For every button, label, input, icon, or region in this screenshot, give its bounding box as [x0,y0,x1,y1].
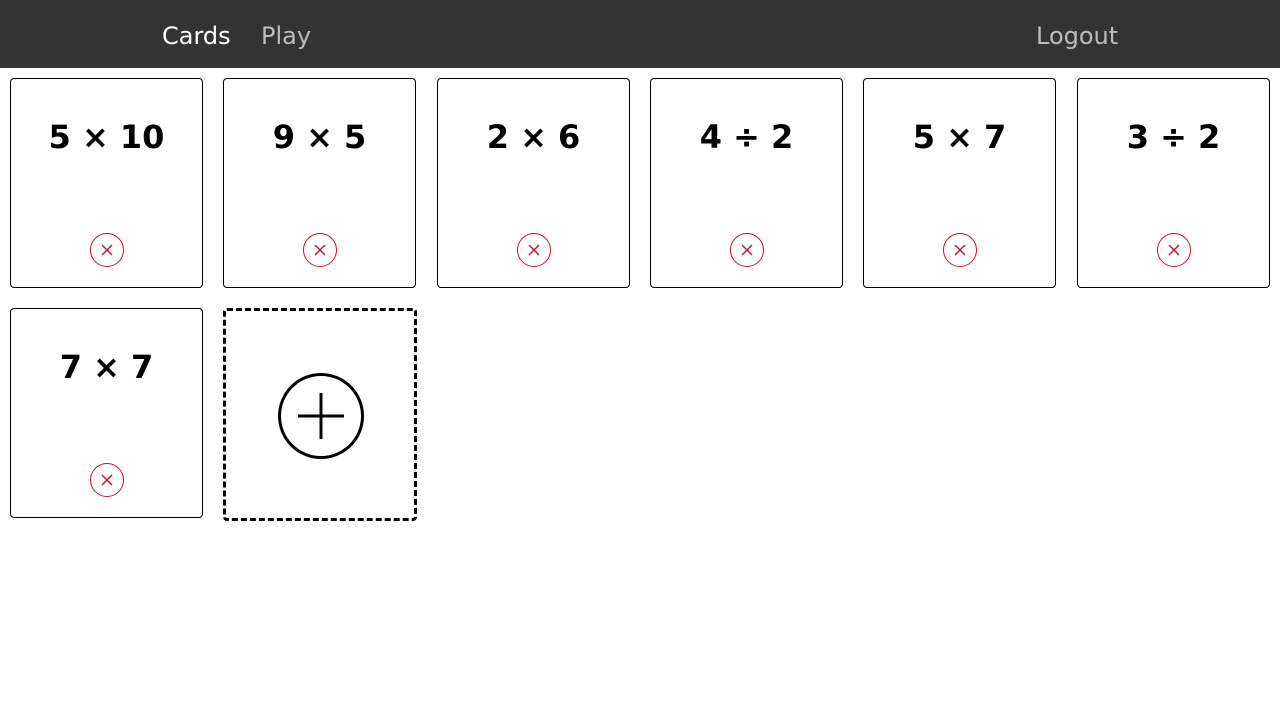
add-card-button[interactable] [223,308,417,521]
delete-card-button[interactable] [303,233,337,267]
flash-card: 5 × 7 [863,78,1056,288]
close-icon [314,244,326,256]
delete-card-button[interactable] [90,233,124,267]
close-icon [528,244,540,256]
delete-card-button[interactable] [730,233,764,267]
nav-play-link[interactable]: Play [261,20,311,52]
close-icon [741,244,753,256]
flash-card: 7 × 7 [10,308,203,518]
delete-card-button[interactable] [943,233,977,267]
delete-card-button[interactable] [517,233,551,267]
flash-card: 3 ÷ 2 [1077,78,1270,288]
card-expression: 3 ÷ 2 [1126,118,1221,156]
card-expression: 5 × 7 [912,118,1007,156]
flash-card: 5 × 10 [10,78,203,288]
nav-cards-link[interactable]: Cards [162,20,231,52]
flash-card: 4 ÷ 2 [650,78,843,288]
top-navbar: Cards Play Logout [0,0,1280,68]
close-icon [101,474,113,486]
close-icon [101,244,113,256]
close-icon [954,244,966,256]
flash-card: 9 × 5 [223,78,416,288]
delete-card-button[interactable] [1157,233,1191,267]
card-expression: 4 ÷ 2 [699,118,794,156]
card-expression: 5 × 10 [48,118,165,156]
card-expression: 2 × 6 [486,118,581,156]
delete-card-button[interactable] [90,463,124,497]
close-icon [1168,244,1180,256]
plus-circle-icon [278,373,364,459]
logout-link[interactable]: Logout [1036,20,1118,52]
flash-card: 2 × 6 [437,78,630,288]
card-expression: 9 × 5 [272,118,367,156]
card-expression: 7 × 7 [59,348,154,386]
